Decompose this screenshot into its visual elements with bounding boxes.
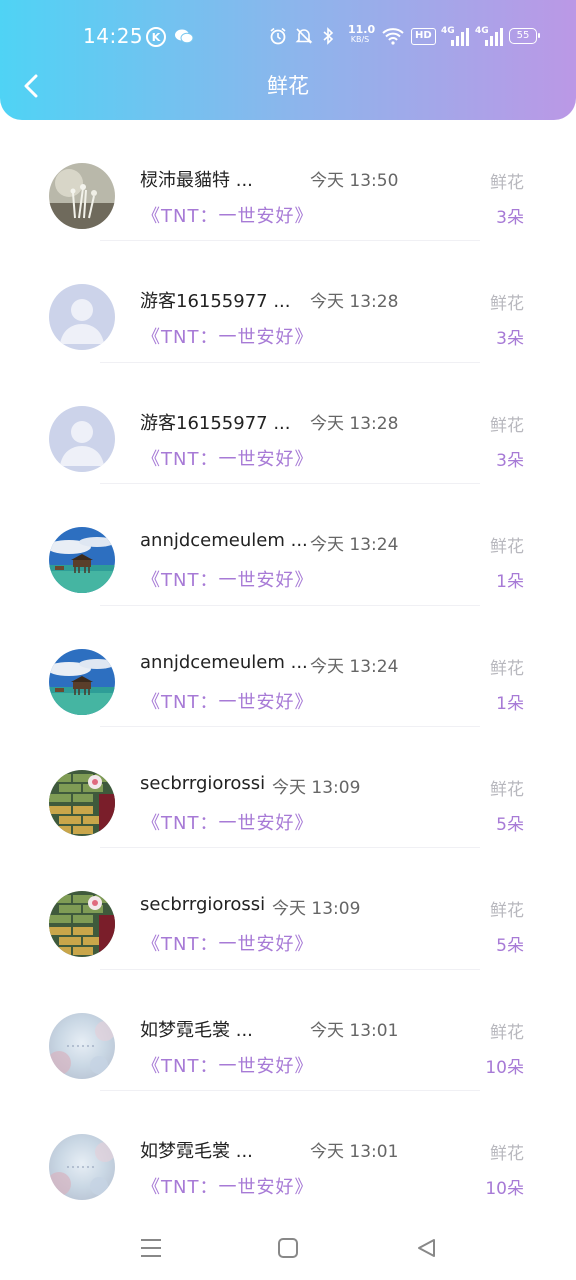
- work-title-link[interactable]: 《TNT：一世安好》: [142, 445, 313, 471]
- send-time: 今天 13:28: [310, 292, 399, 313]
- gift-type-label: 鲜花: [490, 294, 524, 315]
- send-time: 今天 13:01: [310, 1020, 399, 1041]
- wechat-icon: [173, 25, 195, 47]
- avatar[interactable]: [49, 1012, 115, 1079]
- sender-name: 如梦霓毛裳 ...: [140, 1141, 253, 1163]
- recent-apps-button[interactable]: [135, 1232, 167, 1264]
- gift-type-label: 鲜花: [490, 415, 524, 436]
- gift-type-label: 鲜花: [490, 901, 524, 922]
- signal-icon-sim1: 4G: [441, 26, 469, 46]
- gift-count: 1朵: [496, 693, 524, 714]
- square-icon: [278, 1238, 298, 1258]
- gift-record-row[interactable]: secbrrgiorossi 今天 13:09 《TNT：一世安好》 鲜花 5朵: [0, 848, 576, 970]
- gift-count: 5朵: [496, 936, 524, 957]
- work-title-link[interactable]: 《TNT：一世安好》: [142, 323, 313, 349]
- work-title-link[interactable]: 《TNT：一世安好》: [142, 930, 313, 956]
- avatar[interactable]: [49, 648, 115, 715]
- send-time: 今天 13:09: [272, 777, 361, 798]
- menu-icon: [141, 1239, 161, 1257]
- status-bar: 14:25 K 11.0 KB/S HD 4G 4G 55: [0, 0, 576, 72]
- gift-count: 10朵: [485, 1057, 524, 1078]
- gift-record-row[interactable]: 游客16155977 ... 今天 13:28 《TNT：一世安好》 鲜花 3朵: [0, 363, 576, 485]
- k-app-icon: K: [146, 27, 166, 47]
- sender-name: secbrrgiorossi: [140, 894, 266, 916]
- sender-name: 游客16155977 ...: [140, 412, 291, 434]
- gift-count: 3朵: [496, 450, 524, 471]
- gift-record-row[interactable]: 如梦霓毛裳 ... 今天 13:01 《TNT：一世安好》 鲜花 10朵: [0, 1091, 576, 1213]
- avatar[interactable]: [49, 891, 115, 958]
- work-title-link[interactable]: 《TNT：一世安好》: [142, 566, 313, 592]
- gift-type-label: 鲜花: [490, 537, 524, 558]
- gift-record-list: 棂沛最貓特 ... 今天 13:50 《TNT：一世安好》 鲜花 3朵 游客1615597…: [0, 120, 576, 1213]
- gift-record-row[interactable]: annjdcemeulem ... 今天 13:24 《TNT：一世安好》 鲜花 1朵: [0, 484, 576, 606]
- send-time: 今天 13:01: [310, 1142, 399, 1163]
- system-nav-bar: [0, 1212, 576, 1280]
- gift-record-row[interactable]: 棂沛最貓特 ... 今天 13:50 《TNT：一世安好》 鲜花 3朵: [0, 120, 576, 242]
- page-title: 鲜花: [267, 74, 309, 98]
- gift-type-label: 鲜花: [490, 173, 524, 193]
- hd-voice-badge: HD: [411, 28, 436, 45]
- gift-type-label: 鲜花: [490, 1144, 524, 1165]
- gift-type-label: 鲜花: [490, 658, 524, 679]
- home-button[interactable]: [272, 1232, 304, 1264]
- avatar[interactable]: [49, 527, 115, 594]
- avatar[interactable]: [49, 163, 115, 229]
- send-time: 今天 13:24: [310, 656, 399, 677]
- work-title-link[interactable]: 《TNT：一世安好》: [142, 202, 313, 228]
- sender-name: annjdcemeulem ...: [140, 651, 308, 673]
- signal-icon-sim2: 4G: [475, 26, 503, 46]
- gift-type-label: 鲜花: [490, 779, 524, 800]
- header-bar: 14:25 K 11.0 KB/S HD 4G 4G 55 鲜花: [0, 0, 576, 120]
- gift-count: 3朵: [496, 329, 524, 350]
- send-time: 今天 13:24: [310, 535, 399, 556]
- network-speed: 11.0 KB/S: [348, 23, 376, 44]
- sender-name: 游客16155977 ...: [140, 291, 291, 313]
- gift-record-row[interactable]: secbrrgiorossi 今天 13:09 《TNT：一世安好》 鲜花 5朵: [0, 727, 576, 849]
- work-title-link[interactable]: 《TNT：一世安好》: [142, 1173, 313, 1199]
- gift-record-row[interactable]: 游客16155977 ... 今天 13:28 《TNT：一世安好》 鲜花 3朵: [0, 241, 576, 363]
- battery-icon: 55: [509, 28, 540, 44]
- triangle-back-icon: [418, 1239, 435, 1257]
- work-title-link[interactable]: 《TNT：一世安好》: [142, 1052, 313, 1078]
- work-title-link[interactable]: 《TNT：一世安好》: [142, 809, 313, 835]
- alarm-icon: [268, 25, 288, 47]
- sender-name: secbrrgiorossi: [140, 772, 266, 794]
- work-title-link[interactable]: 《TNT：一世安好》: [142, 688, 313, 714]
- sender-name: annjdcemeulem ...: [140, 530, 308, 552]
- bluetooth-icon: [318, 25, 338, 47]
- gift-count: 1朵: [496, 572, 524, 593]
- system-back-button[interactable]: [410, 1232, 442, 1264]
- gift-count: 10朵: [485, 1179, 524, 1200]
- avatar[interactable]: [49, 405, 115, 472]
- send-time: 今天 13:09: [272, 899, 361, 920]
- wifi-icon: [382, 25, 404, 47]
- gift-record-row[interactable]: 如梦霓毛裳 ... 今天 13:01 《TNT：一世安好》 鲜花 10朵: [0, 970, 576, 1092]
- avatar[interactable]: [49, 769, 115, 836]
- gift-count: 3朵: [496, 208, 524, 228]
- avatar[interactable]: [49, 284, 115, 351]
- sender-name: 如梦霓毛裳 ...: [140, 1019, 253, 1041]
- sender-name: 棂沛最貓特 ...: [140, 170, 253, 191]
- send-time: 今天 13:50: [310, 171, 399, 191]
- gift-record-row[interactable]: annjdcemeulem ... 今天 13:24 《TNT：一世安好》 鲜花 1朵: [0, 606, 576, 727]
- gift-type-label: 鲜花: [490, 1022, 524, 1043]
- mute-bell-icon: [294, 25, 314, 47]
- avatar[interactable]: [49, 1134, 115, 1201]
- status-time: 14:25: [83, 24, 144, 48]
- gift-count: 5朵: [496, 814, 524, 835]
- send-time: 今天 13:28: [310, 413, 399, 434]
